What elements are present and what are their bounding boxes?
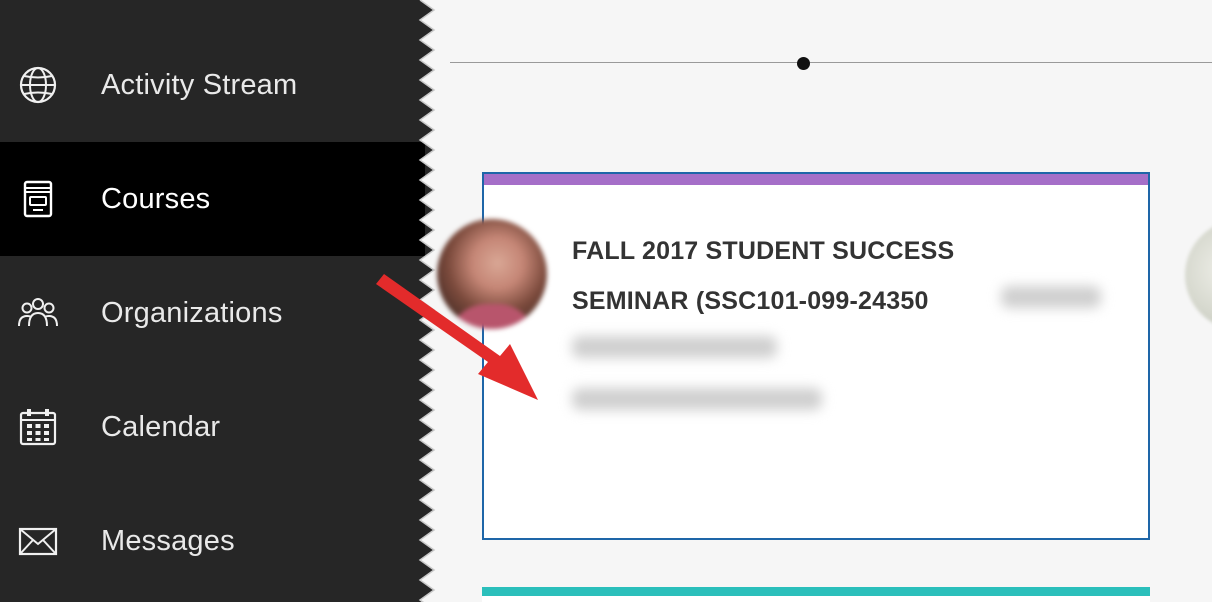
sidebar-item-label: Courses — [101, 182, 211, 215]
annotation-arrow-icon — [376, 274, 538, 400]
redacted-title-suffix — [1001, 286, 1101, 308]
course-card[interactable]: FALL 2017 STUDENT SUCCESS SEMINAR (SSC10… — [482, 172, 1150, 540]
sidebar-item-label: Messages — [101, 524, 235, 557]
globe-icon — [19, 66, 57, 104]
timeline-divider — [450, 62, 1212, 63]
redacted-course-info — [572, 388, 822, 410]
course-title[interactable]: FALL 2017 STUDENT SUCCESS SEMINAR (SSC10… — [572, 226, 1042, 326]
sidebar-item-courses[interactable]: Courses — [0, 142, 425, 256]
book-icon — [23, 180, 53, 218]
redacted-instructor — [572, 336, 777, 358]
course-title-line-1: FALL 2017 STUDENT SUCCESS — [572, 237, 955, 265]
calendar-icon — [19, 409, 57, 446]
sidebar-item-organizations[interactable]: Organizations — [0, 256, 425, 370]
sidebar-item-label: Activity Stream — [101, 68, 298, 101]
sidebar-item-activity-stream[interactable]: Activity Stream — [0, 28, 425, 142]
people-icon — [18, 298, 58, 327]
envelope-icon — [18, 527, 58, 556]
sidebar-item-label: Organizations — [101, 296, 283, 329]
next-course-card[interactable] — [482, 587, 1150, 602]
course-card-accent — [484, 174, 1148, 185]
timeline-dot — [797, 57, 810, 70]
course-title-line-2: SEMINAR (SSC101-099-24350 — [572, 287, 929, 315]
sidebar-item-messages[interactable]: Messages — [0, 484, 425, 598]
sidebar-item-calendar[interactable]: Calendar — [0, 370, 425, 484]
sidebar-item-label: Calendar — [101, 410, 221, 443]
app-frame: Activity Stream Courses Organizations Ca… — [0, 0, 1212, 602]
